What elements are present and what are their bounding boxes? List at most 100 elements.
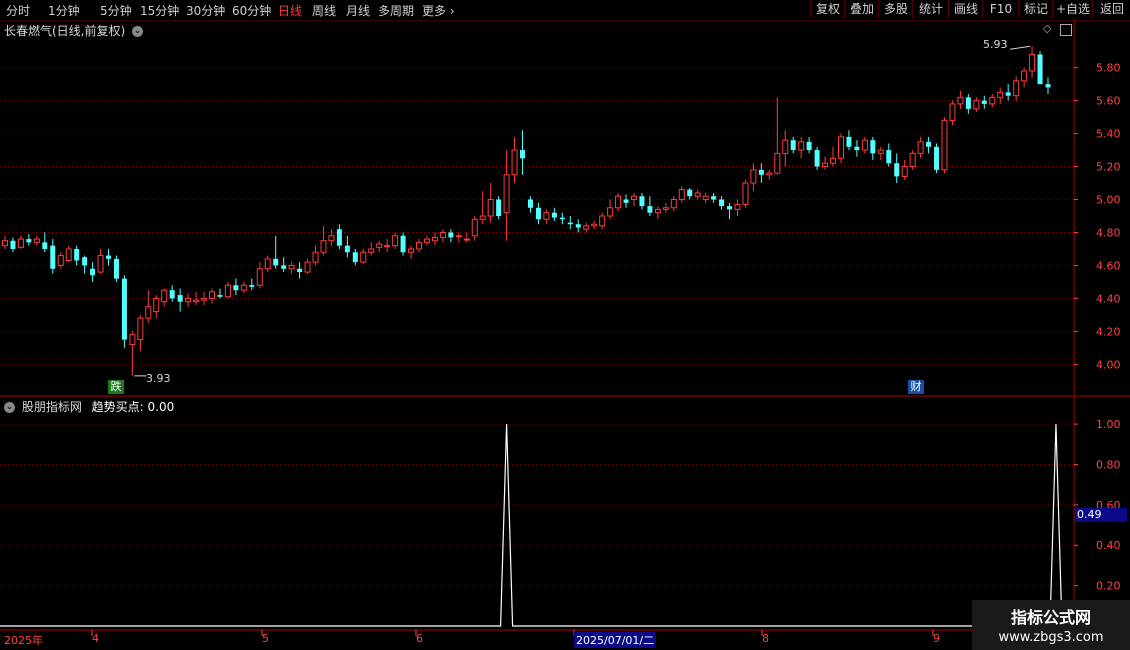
indicator-name: 股朋指标网 [21,400,82,414]
candle-body-down [814,150,820,167]
candle-body-down [1045,84,1051,88]
candle-body-down [551,212,557,218]
candle-body-up [384,245,391,248]
candle-body-up [607,207,614,217]
candle-body-down [344,245,350,253]
candle-body-down [82,257,88,266]
candle-body-down [169,290,175,299]
price-tick-label: 5.40 [1096,128,1121,141]
candle-body-down [926,141,932,147]
candle-body-up [798,141,805,151]
candle-body-up [957,96,964,105]
price-tick-label: 4.60 [1096,259,1121,272]
candle-body-up [774,152,781,174]
candle-body-down [177,295,183,302]
candle-body-up [591,223,598,227]
candle-body-down [496,199,502,216]
candle-body-down [870,140,876,154]
candle-body-up [129,334,136,346]
candle-body-up [694,192,701,197]
candle-body-down [1005,92,1011,96]
candle-body-down [727,206,733,210]
candle-body-up [471,218,478,237]
candle-body-down [448,232,454,238]
candle-body-up [1029,53,1036,72]
candle-body-up [702,195,709,201]
candle-body-down [647,206,653,213]
candle-body-up [256,268,263,286]
watermark-url: www.zbgs3.com [998,630,1104,645]
candle-body-up [941,119,948,171]
indicator-line [0,424,1074,627]
candle-body-down [297,268,303,273]
candle-body-up [1013,80,1020,97]
candle-body-up [57,255,64,266]
stock-title: 长春燃气(日线,前复权) [4,24,126,38]
diamond-icon[interactable]: ◇ [1043,22,1051,35]
candle-body-up [662,207,669,210]
candle-body-up [742,182,749,205]
candle-body-up [320,240,327,253]
date-label-sep: 9 [933,632,940,645]
chevron-down-icon[interactable]: ⌄ [132,26,144,37]
candle-body-down [639,196,645,207]
price-tick-label: 5.00 [1096,194,1121,207]
main-panel-title: 长春燃气(日线,前复权) ⌄ [4,22,144,39]
candle-body-up [750,169,757,184]
candle-body-up [201,297,208,301]
candle-body-up [583,225,590,230]
candle-body-down [50,245,56,269]
candle-body-up [312,251,319,263]
candle-body-down [567,222,573,225]
candle-body-down [535,207,541,220]
chevron-down-icon[interactable]: ⌄ [4,402,15,413]
event-marker-down[interactable]: 跌 [108,380,124,394]
candle-body-down [854,146,860,151]
candle-body-up [328,235,335,242]
candle-body-up [511,149,518,176]
candle-body-down [894,163,900,177]
price-tick-label: 5.80 [1096,62,1121,75]
candle-body-up [487,199,494,217]
date-label-jun: 6 [416,632,423,645]
candle-body-down [623,199,629,203]
candle-body-up [423,238,430,243]
candle-body-down [559,217,565,220]
candle-body-up [376,243,383,248]
chart-canvas[interactable]: 4.00 4.20 4.40 4.60 4.80 5.00 5.20 5.40 5.60 5.80… [0,0,1130,650]
candle-body-up [97,255,104,273]
candle-body-up [901,166,908,177]
indicator-series-label: 趋势买点: 0.00 [91,400,175,414]
candle-body-up [877,149,884,154]
candle-body-down [233,285,239,291]
candle-body-down [106,255,112,259]
candle-body-up [949,103,956,121]
candle-body-up [161,289,168,303]
candle-body-down [10,240,16,249]
candle-body-down [790,140,796,151]
candle-body-up [670,199,677,209]
candle-body-up [33,238,40,243]
candle-body-up [431,236,438,242]
candle-body-up [837,136,844,159]
candle-body-up [408,248,415,253]
indicator-tick-label: 1.00 [1096,418,1121,431]
event-marker-finance[interactable]: 财 [908,380,924,394]
candle-body-down [217,295,223,297]
candle-body-up [997,91,1004,98]
price-tick-label: 5.60 [1096,95,1121,108]
date-label-cursor: 2025/07/01/二 [574,632,657,648]
panel-toggle-icon[interactable] [1060,24,1072,36]
candle-body-up [360,251,367,263]
date-label-may: 5 [262,632,269,645]
candle-body-up [479,215,486,220]
candle-body-up [989,96,996,105]
candle-body-up [264,258,271,270]
candle-body-down [934,146,940,170]
candle-body-up [917,141,924,154]
price-tick-label: 5.20 [1096,161,1121,174]
candle-body-down [687,189,693,197]
candle-body-down [400,235,406,253]
candle-body-down [1037,54,1043,85]
indicator-tick-label: 0.40 [1096,539,1121,552]
